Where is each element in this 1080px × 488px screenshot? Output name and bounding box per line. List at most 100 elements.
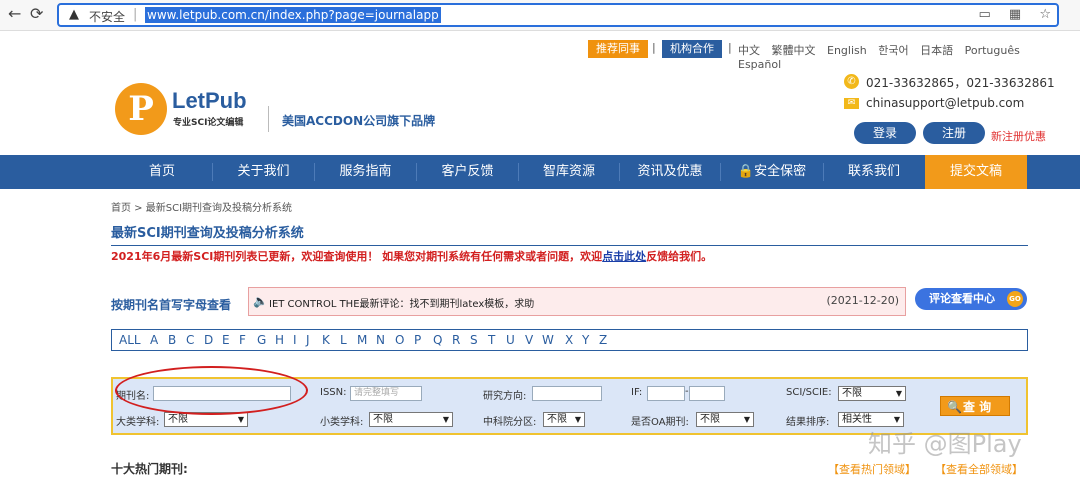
back-icon[interactable]: ←	[8, 4, 21, 23]
url-text[interactable]: www.letpub.com.cn/index.php?page=journal…	[145, 7, 441, 23]
chevron-down-icon: ▼	[743, 415, 750, 424]
speaker-icon: 🔈	[253, 294, 268, 308]
alpha-letter[interactable]: A	[150, 333, 158, 347]
nav-contact[interactable]: 联系我们	[824, 155, 924, 189]
address-bar[interactable]: ▲ 不安全 | www.letpub.com.cn/index.php?page…	[57, 3, 1059, 27]
favorite-star-icon[interactable]: ☆	[1039, 7, 1051, 22]
alpha-letter[interactable]: B	[168, 333, 176, 347]
watermark: 知乎 @图Play	[868, 430, 1022, 458]
alpha-letter[interactable]: P	[414, 333, 421, 347]
register-promo-link[interactable]: 新注册优惠	[991, 128, 1046, 144]
hot-fields-link[interactable]: 【查看热门领域】	[828, 461, 916, 477]
issn-placeholder: 请完整填写	[354, 388, 400, 398]
sort-label: 结果排序:	[786, 417, 830, 428]
alpha-letter[interactable]: V	[525, 333, 533, 347]
notice-feedback-link[interactable]: 点击此处	[602, 250, 646, 263]
lang-zh-tw[interactable]: 繁體中文	[772, 44, 816, 57]
alpha-letter[interactable]: E	[222, 333, 230, 347]
nav-news[interactable]: 资讯及优惠	[620, 155, 720, 189]
alpha-letter[interactable]: D	[204, 333, 213, 347]
nav-submit-manuscript[interactable]: 提交文稿	[925, 155, 1027, 189]
alpha-letter[interactable]: S	[470, 333, 478, 347]
review-center-button[interactable]: 评论查看中心 GO	[915, 288, 1027, 310]
comment-ticker[interactable]: 🔈 IET CONTROL THE最新评论：找不到期刊latex模板，求助 (2…	[248, 287, 906, 316]
annotation-ellipse	[115, 366, 308, 415]
lang-en[interactable]: English	[827, 44, 867, 57]
lang-zh[interactable]: 中文	[738, 44, 760, 57]
ticker-text[interactable]: IET CONTROL THE最新评论：找不到期刊latex模板，求助	[269, 295, 534, 310]
alpha-letter[interactable]: F	[239, 333, 246, 347]
pipe-separator: |	[652, 41, 656, 54]
login-button[interactable]: 登录	[854, 122, 916, 144]
institution-cooperation-button[interactable]: 机构合作	[662, 40, 722, 58]
alpha-all[interactable]: ALL	[119, 333, 141, 347]
nav-security[interactable]: 🔒安全保密	[721, 155, 823, 189]
issn-input[interactable]: 请完整填写	[350, 386, 422, 401]
alpha-letter[interactable]: J	[306, 333, 310, 347]
alpha-letter[interactable]: N	[376, 333, 385, 347]
nav-resources[interactable]: 智库资源	[519, 155, 619, 189]
reload-icon[interactable]: ⟳	[30, 4, 43, 23]
alpha-letter[interactable]: X	[565, 333, 573, 347]
alpha-letter[interactable]: W	[542, 333, 554, 347]
logo-subtitle: 专业SCI论文编辑	[173, 118, 244, 128]
alpha-letter[interactable]: Q	[433, 333, 442, 347]
logo-name[interactable]: LetPub	[172, 88, 247, 114]
chevron-down-icon: ▼	[442, 415, 449, 424]
nav-about[interactable]: 关于我们	[213, 155, 314, 189]
search-icon: 🔍	[947, 400, 962, 414]
recommend-colleague-button[interactable]: 推荐同事	[588, 40, 648, 58]
notice-text: 2021年6月最新SCI期刊列表已更新，欢迎查询使用！ 如果您对期刊系统有任何需…	[111, 250, 603, 263]
notice-text-end: 反馈给我们。	[646, 250, 713, 263]
nav-feedback[interactable]: 客户反馈	[417, 155, 518, 189]
cas-zone-select[interactable]: 不限 ▼	[543, 412, 585, 427]
lang-es[interactable]: Español	[738, 58, 781, 71]
lang-ja[interactable]: 日本語	[920, 44, 953, 57]
oa-select[interactable]: 不限 ▼	[696, 412, 754, 427]
cas-zone-label: 中科院分区:	[483, 417, 537, 428]
cas-zone-value: 不限	[547, 414, 567, 425]
alpha-letter[interactable]: G	[257, 333, 266, 347]
alpha-letter[interactable]: H	[275, 333, 284, 347]
alpha-letter[interactable]: K	[322, 333, 330, 347]
lang-ko[interactable]: 한국어	[878, 44, 908, 57]
alpha-letter[interactable]: T	[488, 333, 495, 347]
sci-select[interactable]: 不限 ▼	[838, 386, 906, 401]
sci-value: 不限	[842, 388, 862, 399]
alpha-letter[interactable]: R	[452, 333, 460, 347]
impact-factor-label: IF:	[631, 387, 643, 398]
hot-journals-title: 十大热门期刊:	[111, 462, 188, 476]
read-mode-icon[interactable]: ▭	[978, 7, 990, 22]
alpha-letter[interactable]: M	[357, 333, 367, 347]
lang-pt[interactable]: Português	[965, 44, 1020, 57]
nav-home[interactable]: 首页	[112, 155, 212, 189]
if-min-input[interactable]	[647, 386, 685, 401]
update-notice: 2021年6月最新SCI期刊列表已更新，欢迎查询使用！ 如果您对期刊系统有任何需…	[111, 248, 712, 264]
alpha-letter[interactable]: I	[293, 333, 297, 347]
major-subject-value: 不限	[168, 414, 188, 425]
support-email[interactable]: chinasupport@letpub.com	[866, 96, 1024, 110]
minor-subject-select[interactable]: 不限 ▼	[369, 412, 453, 427]
alpha-letter[interactable]: U	[506, 333, 515, 347]
alpha-letter[interactable]: L	[340, 333, 347, 347]
alpha-letter[interactable]: O	[395, 333, 404, 347]
go-icon: GO	[1007, 291, 1023, 307]
nav-guide[interactable]: 服务指南	[315, 155, 416, 189]
alpha-letter[interactable]: Z	[599, 333, 607, 347]
if-max-input[interactable]	[689, 386, 725, 401]
logo-icon[interactable]: P	[115, 83, 167, 135]
alpha-letter[interactable]: Y	[582, 333, 589, 347]
language-list: 中文 繁體中文 English 한국어 日本語 Português Españo…	[738, 42, 1080, 71]
research-field-input[interactable]	[532, 386, 602, 401]
review-center-label: 评论查看中心	[929, 292, 995, 305]
alpha-letter[interactable]: C	[186, 333, 194, 347]
all-fields-link[interactable]: 【查看全部领域】	[935, 461, 1023, 477]
chevron-down-icon: ▼	[574, 415, 581, 424]
warning-icon: ▲	[69, 7, 79, 22]
oa-value: 不限	[700, 414, 720, 425]
breadcrumb: 首页 > 最新SCI期刊查询及投稿分析系统	[111, 203, 293, 214]
nav-security-label: 安全保密	[754, 164, 807, 179]
search-button[interactable]: 🔍 查 询	[940, 396, 1010, 416]
apps-icon[interactable]: ▦	[1009, 7, 1021, 22]
register-button[interactable]: 注册	[923, 122, 985, 144]
